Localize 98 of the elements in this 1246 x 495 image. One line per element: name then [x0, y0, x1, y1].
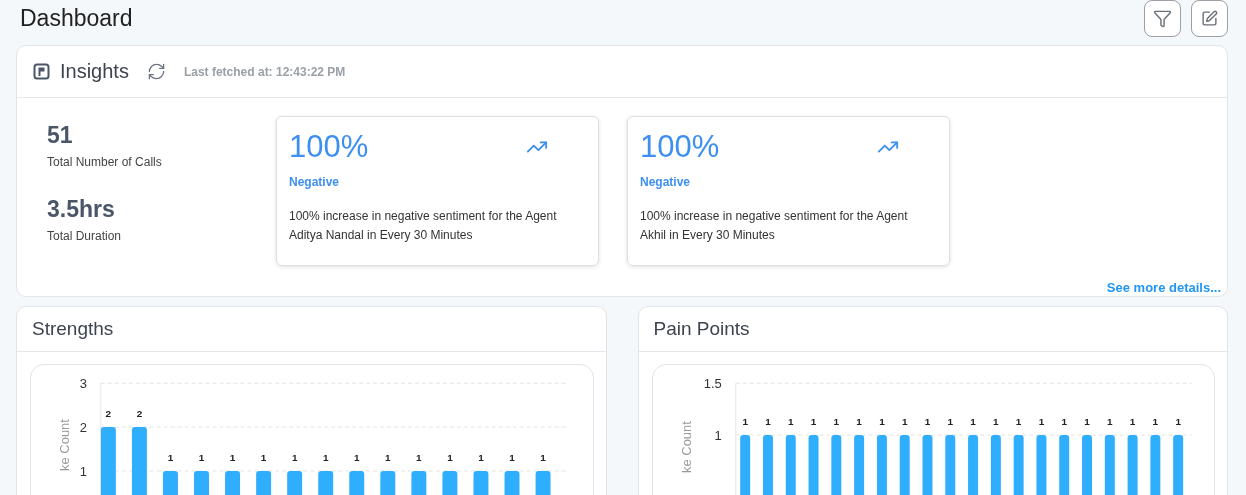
- bar-value-label: 1: [540, 452, 546, 463]
- insight-description: 100% increase in negative sentiment for the Agent Akhil in Every 30 Minutes: [640, 208, 909, 244]
- bar-value-label: 1: [1060, 416, 1067, 428]
- bar-value-label: 1: [229, 452, 236, 463]
- bar-value-label: 1: [447, 452, 453, 463]
- bar: [990, 435, 1001, 495]
- bar-value-label: 1: [1015, 416, 1021, 428]
- bar-value-label: 1: [969, 416, 976, 428]
- panel-title: Strengths: [32, 318, 114, 340]
- bar-value-label: 1: [855, 416, 862, 428]
- panel-title: Pain Points: [653, 318, 750, 340]
- page-title: Dashboard: [20, 5, 133, 32]
- y-axis-title: ke Count: [678, 421, 694, 473]
- bar-value-label: 1: [198, 452, 205, 463]
- bar-value-label: 1: [416, 452, 422, 463]
- bar-value-label: 1: [764, 416, 771, 428]
- bar-value-label: 1: [354, 452, 360, 463]
- bar-value-label: 1: [260, 452, 267, 463]
- bar: [1081, 435, 1092, 495]
- bar: [739, 435, 750, 495]
- bar: [318, 470, 334, 495]
- bar: [1149, 435, 1160, 495]
- y-tick-label: 3: [79, 376, 87, 392]
- y-tick-label: 1: [79, 463, 87, 479]
- bar-value-label: 1: [878, 416, 885, 428]
- bar-value-label: 1: [992, 416, 999, 428]
- stat-value: 3.5hrs: [47, 196, 116, 223]
- y-tick-label: 1.5: [703, 376, 722, 392]
- bar: [922, 435, 932, 495]
- insight-description: 100% increase in negative sentiment for the Agent Aditya Nandal in Every 30 Minutes: [289, 208, 558, 244]
- bar-value-label: 1: [167, 452, 174, 463]
- flag-square-icon: [33, 63, 50, 80]
- sentiment-label: Negative: [289, 175, 341, 189]
- filter-icon: [1153, 9, 1172, 28]
- edit-button[interactable]: [1191, 0, 1228, 37]
- bar: [967, 435, 978, 495]
- bar-value-label: 1: [509, 452, 515, 463]
- bar: [785, 435, 796, 495]
- refresh-icon[interactable]: [146, 62, 166, 81]
- bar-value-label: 1: [1152, 416, 1158, 428]
- bar-value-label: 2: [105, 408, 112, 420]
- bar-value-label: 1: [1083, 416, 1090, 428]
- bar-value-label: 1: [1106, 416, 1113, 428]
- insight-value: 100%: [640, 129, 720, 165]
- bar: [473, 470, 489, 495]
- bar: [163, 470, 178, 495]
- stat-label: Total Duration: [47, 229, 123, 243]
- bar-value-label: 1: [901, 416, 907, 428]
- bar: [287, 470, 303, 495]
- bar: [442, 470, 458, 495]
- sentiment-label: Negative: [640, 175, 692, 189]
- y-tick-label: 2: [79, 420, 87, 436]
- insight-value: 100%: [289, 129, 369, 165]
- bar-value-label: 1: [833, 416, 839, 428]
- bar-value-label: 1: [924, 416, 930, 428]
- bar: [504, 470, 520, 495]
- bar-value-label: 1: [947, 416, 953, 428]
- y-tick-label: 1: [714, 428, 722, 444]
- bar: [1172, 435, 1183, 495]
- bar: [762, 435, 773, 495]
- bar-value-label: 2: [136, 408, 143, 420]
- bar: [1035, 435, 1046, 495]
- y-axis-title: ke Count: [56, 419, 72, 471]
- bar: [225, 470, 241, 495]
- bar: [1127, 435, 1138, 495]
- bar: [1058, 435, 1069, 495]
- bar: [349, 470, 365, 495]
- bar-value-label: 1: [1174, 416, 1181, 428]
- bar: [1013, 435, 1024, 495]
- bar: [131, 427, 147, 495]
- insights-title: Insights: [60, 60, 129, 83]
- bar: [853, 435, 864, 495]
- bar: [876, 435, 887, 495]
- bar: [380, 470, 396, 495]
- bar: [194, 470, 209, 495]
- filter-button[interactable]: [1144, 0, 1181, 37]
- bar: [808, 435, 819, 495]
- stat-value: 51: [47, 122, 74, 149]
- last-fetched-text: Last fetched at: 12:43:22 PM: [183, 64, 346, 79]
- bar-value-label: 1: [787, 416, 794, 428]
- bar-value-label: 1: [291, 452, 298, 463]
- bar-value-label: 1: [385, 452, 391, 463]
- bar-value-label: 1: [1129, 416, 1135, 428]
- bar: [1104, 435, 1115, 495]
- bar-value-label: 1: [322, 452, 329, 463]
- bar-value-label: 1: [741, 416, 748, 428]
- bar: [535, 470, 551, 495]
- edit-icon: [1201, 10, 1218, 27]
- bar: [830, 435, 841, 495]
- bar: [411, 470, 427, 495]
- bar-value-label: 1: [478, 452, 484, 463]
- bar: [899, 435, 910, 495]
- bar-value-label: 1: [1038, 416, 1044, 428]
- bar-value-label: 1: [810, 416, 816, 428]
- stat-label: Total Number of Calls: [47, 155, 163, 169]
- bar: [944, 435, 955, 495]
- see-more-link[interactable]: See more details...: [1106, 280, 1221, 295]
- bar: [256, 470, 272, 495]
